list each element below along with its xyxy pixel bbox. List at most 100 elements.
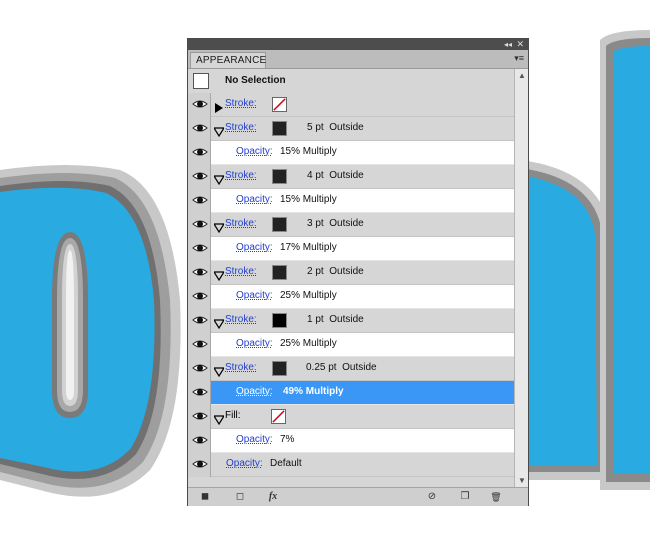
duplicate-item-icon[interactable]: ❐ — [458, 490, 472, 504]
eye-icon[interactable] — [192, 240, 208, 256]
appearance-stroke-row[interactable]: Stroke: 5 pt Outside — [188, 117, 514, 141]
row-content[interactable]: Stroke: 3 pt Outside — [211, 213, 514, 237]
row-content[interactable]: Stroke: — [211, 93, 514, 117]
appearance-opacity-row[interactable]: Opacity: Default — [188, 453, 514, 477]
scrollbar[interactable]: ▲ ▼ — [514, 69, 528, 487]
stroke-label[interactable]: Stroke: — [225, 98, 257, 109]
eye-icon[interactable] — [192, 312, 208, 328]
expanded-triangle-icon[interactable] — [212, 172, 226, 186]
eye-icon[interactable] — [192, 432, 208, 448]
appearance-opacity-row[interactable]: Opacity: 49% Multiply — [188, 381, 514, 405]
opacity-label[interactable]: Opacity: — [236, 242, 273, 253]
expanded-triangle-icon[interactable] — [212, 364, 226, 378]
color-swatch[interactable] — [272, 265, 287, 280]
color-swatch[interactable] — [272, 169, 287, 184]
appearance-opacity-row[interactable]: Opacity: 25% Multiply — [188, 285, 514, 309]
visibility-toggle[interactable] — [188, 357, 211, 381]
visibility-toggle[interactable] — [188, 405, 211, 429]
visibility-toggle[interactable] — [188, 285, 211, 309]
collapse-icon[interactable]: ◂◂ — [504, 39, 512, 50]
eye-icon[interactable] — [192, 168, 208, 184]
expanded-triangle-icon[interactable] — [212, 316, 226, 330]
visibility-toggle[interactable] — [188, 333, 211, 357]
appearance-stroke-row[interactable]: Stroke: 1 pt Outside — [188, 309, 514, 333]
eye-icon[interactable] — [192, 456, 208, 472]
row-content[interactable]: Opacity: 7% — [211, 429, 514, 453]
eye-icon[interactable] — [192, 96, 208, 112]
eye-icon[interactable] — [192, 264, 208, 280]
row-content[interactable]: Fill: — [211, 405, 514, 429]
tab-appearance[interactable]: APPEARANCE — [190, 52, 266, 68]
scroll-down-icon[interactable]: ▼ — [518, 476, 526, 485]
none-swatch[interactable] — [272, 97, 287, 112]
fx-effects-button[interactable]: fx — [266, 490, 280, 504]
stroke-label[interactable]: Stroke: — [225, 122, 257, 133]
eye-icon[interactable] — [192, 384, 208, 400]
appearance-stroke-row[interactable]: Stroke: 3 pt Outside — [188, 213, 514, 237]
appearance-opacity-row[interactable]: Opacity: 15% Multiply — [188, 141, 514, 165]
eye-icon[interactable] — [192, 216, 208, 232]
row-content[interactable]: Opacity: Default — [211, 453, 514, 477]
row-content[interactable]: Stroke: 5 pt Outside — [211, 117, 514, 141]
visibility-toggle[interactable] — [188, 429, 211, 453]
eye-icon[interactable] — [192, 144, 208, 160]
panel-menu-icon[interactable]: ▾≡ — [514, 52, 524, 64]
color-swatch[interactable] — [272, 121, 287, 136]
stroke-label[interactable]: Stroke: — [225, 218, 257, 229]
appearance-stroke-row[interactable]: Stroke: — [188, 93, 514, 117]
stroke-label[interactable]: Stroke: — [225, 314, 257, 325]
stroke-label[interactable]: Stroke: — [225, 266, 257, 277]
appearance-fill-row[interactable]: Fill: — [188, 405, 514, 429]
stroke-label[interactable]: Stroke: — [225, 362, 257, 373]
visibility-toggle[interactable] — [188, 237, 211, 261]
panel-titlebar[interactable]: ◂◂ ✕ — [188, 39, 528, 50]
row-content[interactable]: Stroke: 2 pt Outside — [211, 261, 514, 285]
add-new-stroke-icon[interactable]: ◻ — [233, 490, 247, 504]
appearance-opacity-row[interactable]: Opacity: 25% Multiply — [188, 333, 514, 357]
color-swatch[interactable] — [272, 313, 287, 328]
appearance-stroke-row[interactable]: Stroke: 2 pt Outside — [188, 261, 514, 285]
expanded-triangle-icon[interactable] — [212, 220, 226, 234]
clear-appearance-icon[interactable]: ⊘ — [425, 490, 439, 504]
visibility-toggle[interactable] — [188, 453, 211, 477]
eye-icon[interactable] — [192, 360, 208, 376]
opacity-label[interactable]: Opacity: — [236, 146, 273, 157]
trash-icon[interactable]: 🗑 — [489, 490, 503, 504]
collapsed-triangle-icon[interactable] — [214, 100, 224, 113]
color-swatch[interactable] — [272, 361, 287, 376]
appearance-opacity-row[interactable]: Opacity: 7% — [188, 429, 514, 453]
opacity-label[interactable]: Opacity: — [236, 338, 273, 349]
row-content[interactable]: Opacity: 25% Multiply — [211, 285, 514, 309]
expanded-triangle-icon[interactable] — [212, 124, 226, 138]
opacity-label[interactable]: Opacity: — [236, 290, 273, 301]
opacity-label[interactable]: Opacity: — [226, 458, 263, 469]
row-content[interactable]: Stroke: 0.25 pt Outside — [211, 357, 514, 381]
visibility-toggle[interactable] — [188, 165, 211, 189]
eye-icon[interactable] — [192, 408, 208, 424]
opacity-label[interactable]: Opacity: — [236, 194, 273, 205]
new-art-basic-icon[interactable]: ◼ — [198, 490, 212, 504]
stroke-label[interactable]: Stroke: — [225, 170, 257, 181]
eye-icon[interactable] — [192, 288, 208, 304]
eye-icon[interactable] — [192, 120, 208, 136]
appearance-stroke-row[interactable]: Stroke: 4 pt Outside — [188, 165, 514, 189]
expanded-triangle-icon[interactable] — [212, 268, 226, 282]
appearance-opacity-row[interactable]: Opacity: 17% Multiply — [188, 237, 514, 261]
visibility-toggle[interactable] — [188, 93, 211, 117]
expanded-triangle-icon[interactable] — [212, 412, 226, 426]
row-content[interactable]: Opacity: 15% Multiply — [211, 189, 514, 213]
row-content[interactable]: Opacity: 17% Multiply — [211, 237, 514, 261]
row-content[interactable]: Opacity: 25% Multiply — [211, 333, 514, 357]
row-content[interactable]: Opacity: 15% Multiply — [211, 141, 514, 165]
visibility-toggle[interactable] — [188, 261, 211, 285]
color-swatch[interactable] — [272, 217, 287, 232]
eye-icon[interactable] — [192, 192, 208, 208]
visibility-toggle[interactable] — [188, 189, 211, 213]
row-content[interactable]: Stroke: 4 pt Outside — [211, 165, 514, 189]
appearance-opacity-row[interactable]: Opacity: 15% Multiply — [188, 189, 514, 213]
eye-icon[interactable] — [192, 336, 208, 352]
visibility-toggle[interactable] — [188, 141, 211, 165]
none-swatch[interactable] — [271, 409, 286, 424]
opacity-label[interactable]: Opacity: — [236, 386, 273, 397]
appearance-stroke-row[interactable]: Stroke: 0.25 pt Outside — [188, 357, 514, 381]
